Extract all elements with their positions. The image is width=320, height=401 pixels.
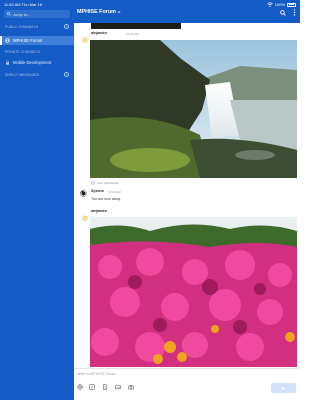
search-icon [7, 12, 11, 16]
post-footer: Like Replies/ab [91, 181, 119, 185]
at-mention-icon[interactable] [77, 384, 83, 390]
post-author[interactable]: alejandro [91, 209, 107, 213]
sidebar-item-mobile-development[interactable]: Mobile Development [0, 58, 74, 67]
status-date: Thu Mar 16 [22, 2, 42, 7]
search-icon[interactable] [280, 10, 286, 16]
wifi-icon [267, 2, 273, 7]
public-channels-header: PUBLIC CHANNELS [5, 25, 38, 29]
message-composer: Write to MPHISE Forum [74, 368, 300, 401]
channel-title: MPHISE Forum [77, 9, 116, 15]
private-channels-header: PRIVATE CHANNELS [5, 50, 40, 54]
image-gallery-icon[interactable] [115, 384, 121, 390]
battery-icon [287, 3, 296, 7]
jump-to-search[interactable]: Jump to... [4, 10, 70, 18]
battery-percentage: 100% [275, 0, 285, 9]
waterfall-image-attachment[interactable] [90, 40, 297, 178]
flowers-image-attachment[interactable] [90, 217, 297, 367]
add-direct-message-button[interactable]: + [64, 72, 69, 77]
globe-icon [5, 38, 10, 43]
lock-icon [5, 60, 10, 65]
emoji-icon[interactable] [91, 181, 95, 185]
reaction-note[interactable]: Like [97, 181, 103, 185]
avatar-placeholder-icon[interactable] [82, 215, 88, 221]
system-avatar-icon [80, 190, 87, 197]
system-message: You are now away [91, 197, 120, 201]
file-attachment-icon[interactable] [102, 384, 108, 390]
avatar-placeholder-icon[interactable] [82, 37, 88, 43]
post-time: 10:40 AM [126, 32, 139, 36]
message-input[interactable]: Write to MPHISE Forum [77, 372, 115, 376]
slash-command-icon[interactable] [89, 384, 95, 390]
add-public-channel-button[interactable]: + [64, 24, 69, 29]
sidebar-item-mphise-forum[interactable]: MPHISE Forum [0, 36, 74, 45]
thread-note[interactable]: Replies/ab [105, 181, 119, 185]
channel-title-button[interactable]: MPHISE Forum [77, 9, 121, 15]
sidebar-item-label: MPHISE Forum [13, 38, 42, 43]
sidebar: Jump to... PUBLIC CHANNELS + MPHISE Foru… [0, 0, 74, 400]
chevron-down-icon [117, 10, 121, 14]
camera-icon[interactable] [128, 384, 134, 390]
sidebar-item-label: Mobile Development [13, 60, 51, 65]
direct-messages-header: DIRECT MESSAGES [5, 73, 39, 77]
post-time: 10:40 AM [108, 190, 121, 194]
status-bar-left: 11:50 AM Thu Mar 16 [4, 0, 42, 9]
send-button[interactable] [271, 383, 296, 393]
status-time: 11:50 AM [4, 2, 21, 7]
jump-to-label: Jump to... [13, 12, 31, 17]
post-author-system: System [91, 189, 104, 193]
status-bar-right: 100% [267, 0, 296, 9]
post-author[interactable]: alejandro [91, 31, 107, 35]
more-options-icon[interactable] [292, 9, 296, 16]
send-icon [281, 386, 286, 391]
previous-image-attachment[interactable] [91, 23, 181, 29]
